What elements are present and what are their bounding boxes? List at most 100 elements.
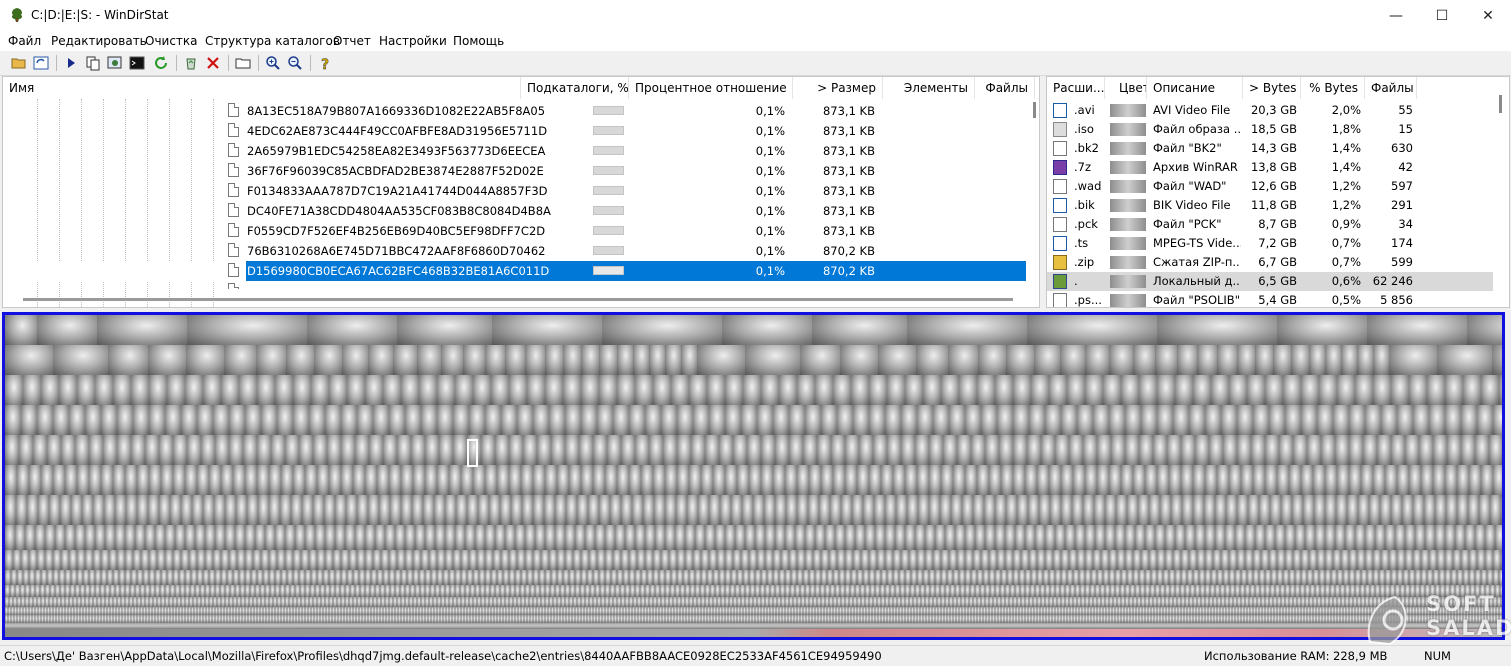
treemap-tile-row xyxy=(5,525,1502,550)
tree-row-name: 8A13EC518A79B807A1669336D1082E22AB5F8A05 xyxy=(247,104,546,118)
tree-row[interactable]: 36F76F96039C85ACBDFAD2BE3874E2887F52D02E… xyxy=(3,161,1025,181)
menu-settings[interactable]: Настройки xyxy=(379,34,447,48)
extension-file-count: 597 xyxy=(1391,179,1413,193)
extension-description: Файл "PSOLIB" xyxy=(1153,293,1240,307)
extension-row[interactable]: .zip Сжатая ZIP-п... 6,7 GB 0,7% 599 xyxy=(1047,253,1493,272)
delete-icon[interactable] xyxy=(204,54,222,72)
video-file-icon xyxy=(1053,198,1067,213)
num-lock-indicator: NUM xyxy=(1424,649,1451,663)
menu-edit[interactable]: Редактировать xyxy=(51,34,147,48)
vertical-scrollbar[interactable] xyxy=(1033,102,1036,118)
tree-row[interactable]: 8A13EC518A79B807A1669336D1082E22AB5F8A05… xyxy=(3,101,1025,121)
tree-row-selected[interactable]: D1569980CB0ECA67AC62BFC468B32BE81A6C011D… xyxy=(3,261,1026,281)
column-header-bytes[interactable]: > Bytes xyxy=(1243,77,1301,99)
extension-description: Файл "BK2" xyxy=(1153,141,1222,155)
extension-row[interactable]: .avi AVI Video File 20,3 GB 2,0% 55 xyxy=(1047,101,1493,120)
column-header-items[interactable]: Элементы xyxy=(883,77,975,99)
tree-row[interactable]: 4EDC62AE873C444F49CC0AFBFE8AD31956E5711D… xyxy=(3,121,1025,141)
column-header-files[interactable]: Файлы xyxy=(975,77,1035,99)
extension-row[interactable]: .pck Файл "PCK" 8,7 GB 0,9% 34 xyxy=(1047,215,1493,234)
tree-row-size: 870,2 KB xyxy=(822,264,875,278)
refresh-icon[interactable] xyxy=(152,54,170,72)
column-header-files[interactable]: Файлы xyxy=(1365,77,1417,99)
subdir-percent-bar xyxy=(593,206,624,215)
close-button[interactable]: ✕ xyxy=(1465,0,1511,32)
tree-row-percent: 0,1% xyxy=(755,204,785,218)
extension-color-swatch xyxy=(1110,294,1146,307)
tree-row[interactable]: F0559CD7F526EF4B256EB69D40BC5EF98DFF7C2D… xyxy=(3,221,1025,241)
column-header-percent-bytes[interactable]: % Bytes xyxy=(1301,77,1365,99)
command-prompt-icon[interactable] xyxy=(128,54,146,72)
winrar-archive-icon xyxy=(1053,160,1067,175)
extension-row[interactable]: .bk2 Файл "BK2" 14,3 GB 1,4% 630 xyxy=(1047,139,1493,158)
explorer-icon[interactable] xyxy=(106,54,124,72)
column-header-subdirs[interactable]: Подкаталоги, % xyxy=(521,77,629,99)
softsalad-logo-icon xyxy=(1367,595,1407,646)
extension-bytes: 12,6 GB xyxy=(1250,179,1297,193)
column-header-color[interactable]: Цвет xyxy=(1105,77,1147,99)
tree-row-partial[interactable] xyxy=(3,281,1025,289)
menu-file[interactable]: Файл xyxy=(8,34,41,48)
subdir-percent-bar xyxy=(593,146,624,155)
tree-row[interactable]: F0134833AAA787D7C19A21A41744D044A8857F3D… xyxy=(3,181,1025,201)
extension-list-panel: Расши... Цвет Описание > Bytes % Bytes Ф… xyxy=(1046,76,1510,308)
tree-row-percent: 0,1% xyxy=(755,244,785,258)
file-icon xyxy=(228,183,239,197)
zoom-in-icon[interactable] xyxy=(264,54,282,72)
recycle-bin-icon[interactable] xyxy=(182,54,200,72)
extension-file-count: 42 xyxy=(1398,160,1413,174)
menu-report[interactable]: Отчет xyxy=(333,34,371,48)
generic-file-icon xyxy=(1053,293,1067,307)
extension-description: Локальный д... xyxy=(1153,274,1241,288)
extension-color-swatch xyxy=(1110,161,1146,174)
copy-path-icon[interactable] xyxy=(84,54,102,72)
extension-row[interactable]: .wad Файл "WAD" 12,6 GB 1,2% 597 xyxy=(1047,177,1493,196)
extension-row[interactable]: . Локальный д... 6,5 GB 0,6% 62 246 xyxy=(1047,272,1493,291)
extension-row[interactable]: .ts MPEG-TS Vide... 7,2 GB 0,7% 174 xyxy=(1047,234,1493,253)
tree-row[interactable]: DC40FE71A38CDD4804AA535CF083B8C8084D4B8A… xyxy=(3,201,1025,221)
extension-row[interactable]: .iso Файл образа ... 18,5 GB 1,8% 15 xyxy=(1047,120,1493,139)
refresh-all-icon[interactable] xyxy=(32,54,50,72)
column-header-size[interactable]: > Размер xyxy=(793,77,883,99)
vertical-scrollbar[interactable] xyxy=(1499,95,1502,113)
extension-name: .zip xyxy=(1074,255,1095,269)
tree-row[interactable]: 76B6310268A6E745D71BBC472AAF8F6860D70462… xyxy=(3,241,1025,261)
tree-row[interactable]: 2A65979B1EDC54258EA82E3493F563773D6EECEA… xyxy=(3,141,1025,161)
tree-row-size: 873,1 KB xyxy=(822,224,875,238)
menu-treemap[interactable]: Структура каталогов xyxy=(205,34,340,48)
treemap-view[interactable] xyxy=(2,312,1505,640)
extension-file-count: 15 xyxy=(1398,122,1413,136)
extension-bytes: 8,7 GB xyxy=(1258,217,1297,231)
extension-description: Файл "WAD" xyxy=(1153,179,1227,193)
tree-row-size: 873,1 KB xyxy=(822,204,875,218)
extension-percent-bytes: 0,7% xyxy=(1331,255,1361,269)
maximize-button[interactable]: ☐ xyxy=(1419,0,1465,32)
tree-row-name: 4EDC62AE873C444F49CC0AFBFE8AD31956E5711D xyxy=(247,124,548,138)
open-folder-icon[interactable] xyxy=(10,54,28,72)
disc-image-icon xyxy=(1053,122,1067,137)
zoom-out-icon[interactable] xyxy=(286,54,304,72)
tree-row-size: 873,1 KB xyxy=(822,144,875,158)
horizontal-scrollbar[interactable] xyxy=(23,298,1013,301)
extension-row[interactable]: .7z Архив WinRAR 13,8 GB 1,4% 42 xyxy=(1047,158,1493,177)
menu-help[interactable]: Помощь xyxy=(453,34,504,48)
help-icon[interactable]: ? xyxy=(316,54,334,72)
extension-name: .bik xyxy=(1074,198,1095,212)
column-header-name[interactable]: Имя xyxy=(3,77,521,99)
svg-text:?: ? xyxy=(321,57,329,71)
extension-percent-bytes: 0,9% xyxy=(1331,217,1361,231)
column-header-percentage[interactable]: Процентное отношение xyxy=(629,77,793,99)
subdir-percent-bar xyxy=(593,186,624,195)
menu-cleanup[interactable]: Очистка xyxy=(145,34,198,48)
tree-row-name: 2A65979B1EDC54258EA82E3493F563773D6EECEA xyxy=(247,144,546,158)
select-parent-folder-icon[interactable] xyxy=(234,54,252,72)
extension-row[interactable]: .ps... Файл "PSOLIB" 5,4 GB 0,5% 5 856 xyxy=(1047,291,1493,307)
play-icon[interactable] xyxy=(62,54,80,72)
column-header-description[interactable]: Описание xyxy=(1147,77,1243,99)
extension-color-swatch xyxy=(1110,275,1146,288)
column-header-extension[interactable]: Расши... xyxy=(1047,77,1105,99)
minimize-button[interactable]: — xyxy=(1373,0,1419,32)
extension-description: BIK Video File xyxy=(1153,198,1231,212)
extension-row[interactable]: .bik BIK Video File 11,8 GB 1,2% 291 xyxy=(1047,196,1493,215)
extension-file-count: 34 xyxy=(1398,217,1413,231)
